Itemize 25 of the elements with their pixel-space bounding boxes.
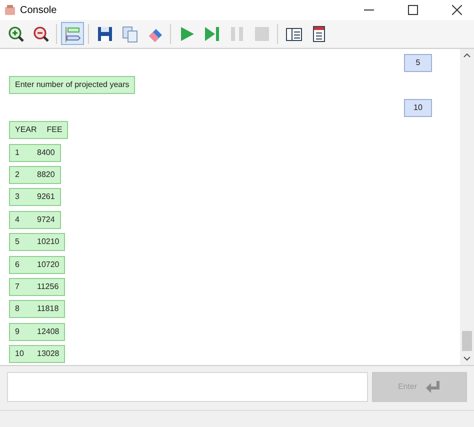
output-bubble: 4 9724 (9, 210, 61, 229)
output-bubble: 1 8400 (9, 144, 61, 162)
input-bubble: 5 (404, 54, 432, 72)
app-icon (4, 4, 16, 16)
output-bubble: 9 12408 (9, 322, 66, 341)
scrollbar[interactable] (460, 49, 474, 365)
scroll-down-icon[interactable] (463, 356, 471, 361)
output-bubble: 5 10210 (9, 233, 66, 252)
output-bubble: 7 11256 (9, 278, 65, 296)
output-bubble: 3 9261 (9, 188, 61, 206)
window-title: Console (20, 4, 57, 18)
output-bubble: 2 8820 (9, 166, 61, 184)
output-bubble: YEAR FEE (9, 121, 68, 140)
enter-key-icon (425, 380, 442, 394)
output-bubble: 10 13028 (9, 345, 66, 364)
maximize-icon[interactable] (408, 5, 418, 15)
scroll-up-icon[interactable] (463, 53, 471, 58)
output-bubble: 8 11818 (9, 300, 65, 318)
bubbles-icon[interactable] (61, 22, 84, 45)
input-bubble: 10 (404, 98, 432, 117)
output-bubble: 6 10720 (9, 256, 66, 274)
scrollbar-thumb[interactable] (462, 331, 472, 351)
input-field[interactable] (7, 372, 368, 402)
output-bubble: Enter number of projected years (9, 76, 136, 94)
close-icon[interactable] (452, 5, 462, 15)
